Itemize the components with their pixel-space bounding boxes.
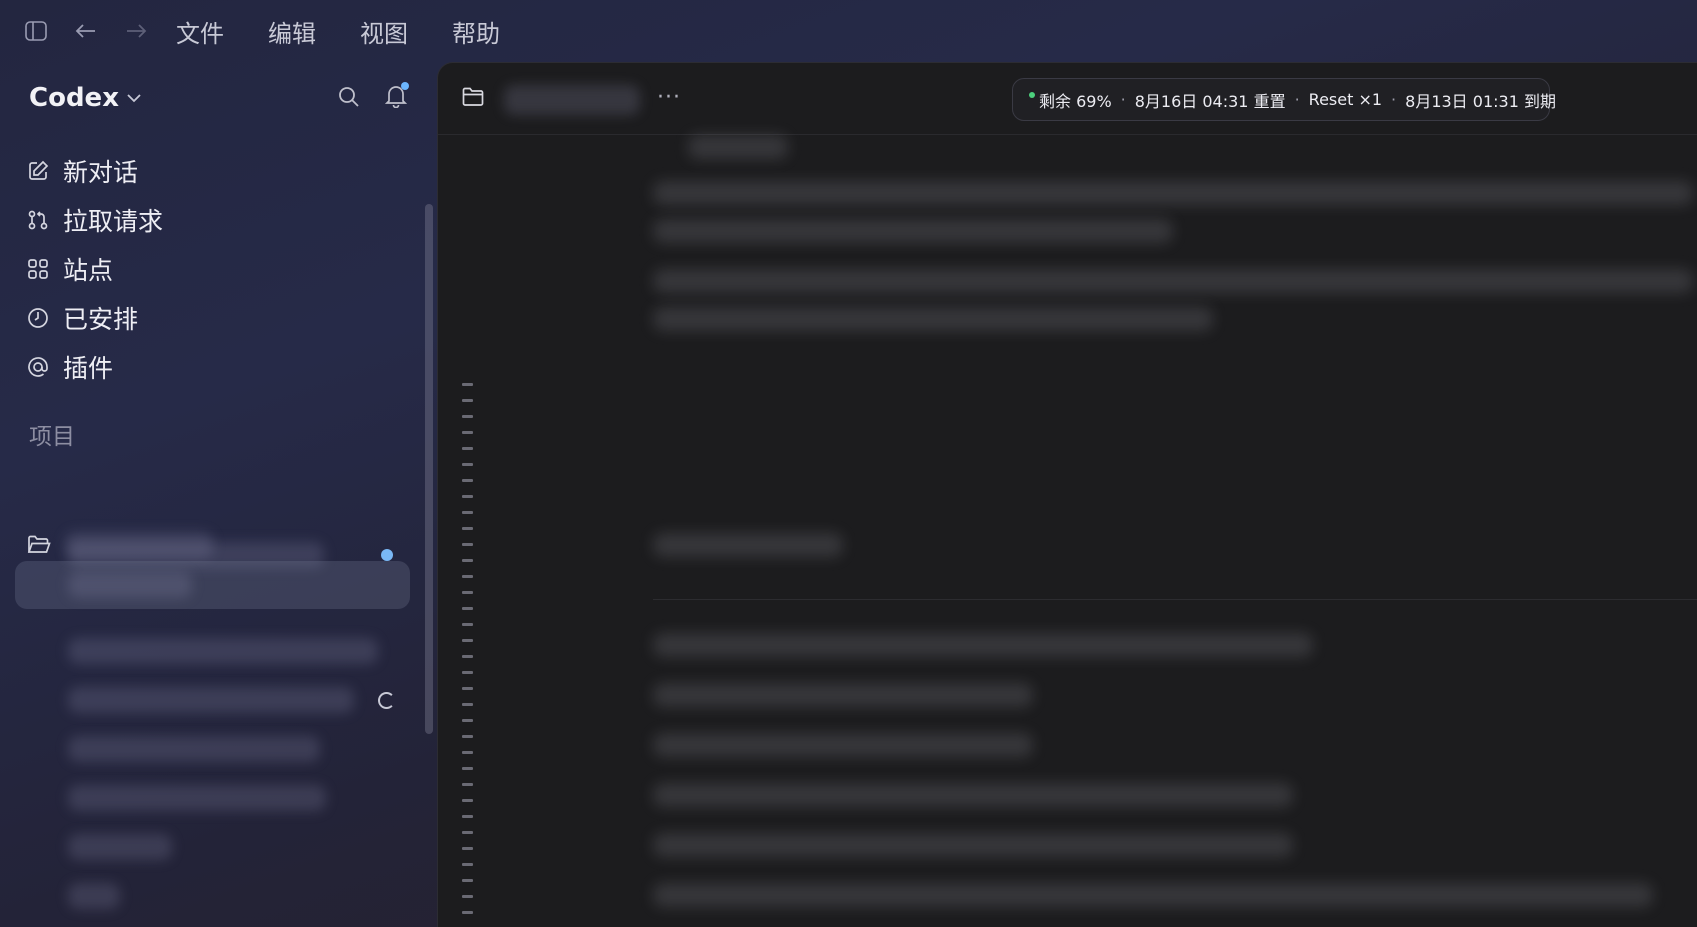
projects-section-title: 项目 [29,424,75,450]
thread-item[interactable] [0,628,437,674]
edit-icon [29,160,49,180]
blurred-line [653,219,1173,243]
thread-title-redacted [68,785,326,811]
nav-sites[interactable]: 站点 [27,244,163,293]
thread-title-redacted [68,736,320,762]
brand-name: Codex [29,83,119,113]
notification-dot [401,82,409,90]
conversation-header: ··· 剩余 69% · 8月16日 04:31 重置 · Reset ×1 ·… [438,63,1697,135]
thread-item[interactable] [0,775,437,821]
clock-icon [28,307,48,328]
thread-item-active[interactable] [15,561,410,609]
status-dot [1029,92,1035,98]
section-divider [653,599,1697,600]
nav-label: 站点 [63,255,114,285]
menu-help[interactable]: 帮助 [452,14,500,49]
thread-title-redacted [68,638,378,664]
blurred-line [653,181,1693,205]
nav-plugins[interactable]: 插件 [27,342,163,391]
pull-request-icon [28,210,48,229]
usage-remaining: 剩余 69% [1039,91,1112,111]
nav-new-chat[interactable]: 新对话 [27,146,163,195]
primary-nav: 新对话 拉取请求 站点 已安排 插件 [27,146,163,391]
at-icon [28,356,48,377]
menu-view[interactable]: 视图 [360,14,408,49]
grid-icon [28,258,48,279]
thread-item[interactable] [0,873,437,919]
notifications-button[interactable] [384,82,409,112]
loading-spinner-icon [378,691,395,709]
thread-title-redacted [68,687,354,713]
arrow-left-icon[interactable] [72,17,100,45]
workspace-switcher[interactable]: Codex [29,83,141,113]
blurred-line [653,833,1293,857]
menu-edit[interactable]: 编辑 [268,14,316,49]
sidebar-scrollbar[interactable] [425,204,433,734]
thread-item[interactable] [0,824,437,870]
sidebar-toggle-icon[interactable] [22,17,50,45]
thread-title-redacted [68,883,120,909]
menu-file[interactable]: 文件 [176,14,224,49]
arrow-right-icon[interactable] [122,17,150,45]
nav-scheduled[interactable]: 已安排 [27,293,163,342]
more-options-button[interactable]: ··· [657,85,681,110]
nav-label: 拉取请求 [63,206,164,236]
conversation-title-redacted [504,85,640,115]
blurred-line [653,269,1693,293]
thread-title-redacted [68,572,192,598]
usage-reset-time: 8月16日 04:31 重置 [1134,91,1286,111]
search-icon[interactable] [338,86,360,108]
separator: · [1120,90,1126,109]
blurred-line [653,633,1313,657]
nav-label: 插件 [63,353,114,383]
usage-expire: 8月13日 01:31 到期 [1405,91,1556,111]
thread-title-redacted [68,834,172,860]
blurred-line [653,533,843,557]
thread-item[interactable] [0,677,437,723]
blurred-line [653,307,1213,331]
sidebar: Codex 新对话 拉取请求 站点 已安排 插件 项目 [0,62,437,927]
main-panel: ··· 剩余 69% · 8月16日 04:31 重置 · Reset ×1 ·… [437,62,1697,927]
separator: · [1294,90,1300,109]
usage-status-pill: 剩余 69% · 8月16日 04:31 重置 · Reset ×1 · 8月1… [1012,78,1556,121]
thread-item[interactable] [0,726,437,772]
separator: · [1391,90,1397,109]
timeline-minimap[interactable] [462,383,474,927]
folder-icon[interactable] [462,87,484,107]
usage-reset-count: Reset ×1 [1308,90,1383,109]
chevron-down-icon [127,93,141,102]
blurred-line [653,783,1293,807]
nav-label: 已安排 [63,304,139,334]
nav-pull-requests[interactable]: 拉取请求 [27,195,163,244]
unread-indicator [381,549,393,561]
menu-bar: 文件 编辑 视图 帮助 [0,0,1697,62]
nav-label: 新对话 [63,157,139,187]
blurred-line [688,135,788,159]
blurred-line [653,683,1033,707]
blurred-line [653,733,1033,757]
blurred-line [653,883,1653,907]
